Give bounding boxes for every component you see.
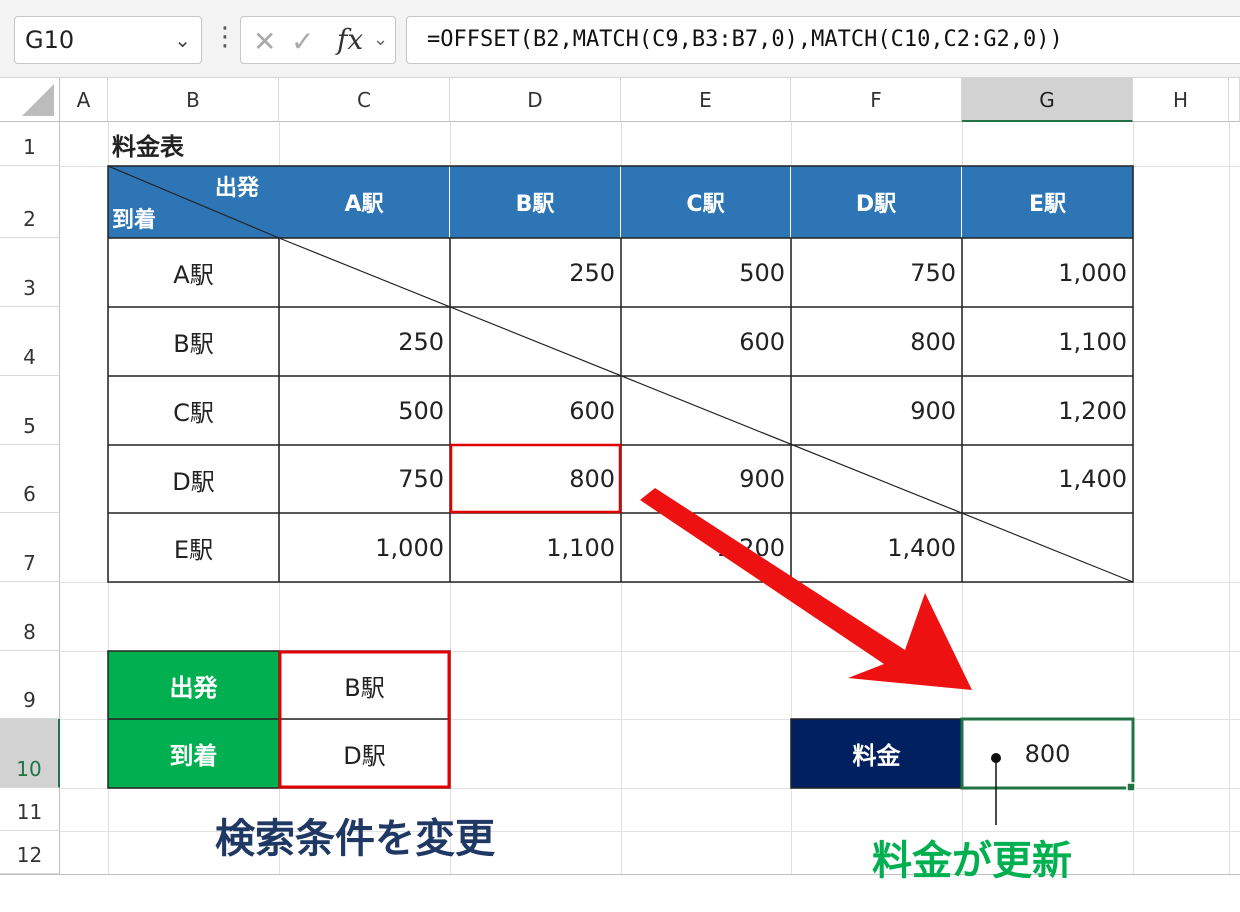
annotation-fare-updated: 料金が更新	[872, 838, 1072, 884]
condition-overlays	[107, 488, 1136, 825]
annotation-change-condition: 検索条件を変更	[215, 816, 495, 862]
